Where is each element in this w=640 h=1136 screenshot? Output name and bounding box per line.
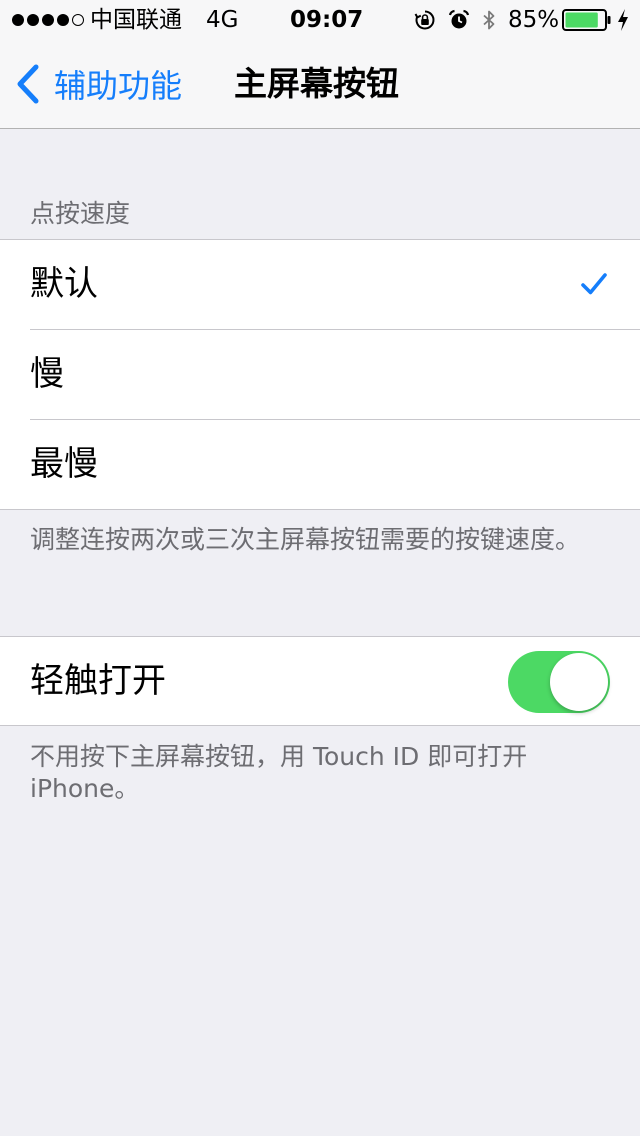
page-title: 主屏幕按钮 <box>234 64 399 103</box>
signal-dot <box>27 14 39 26</box>
status-time: 09:07 <box>290 7 364 33</box>
bluetooth-icon <box>483 10 495 30</box>
rest-finger-footer: 不用按下主屏幕按钮，用 Touch ID 即可打开 iPhone。 <box>30 742 528 803</box>
status-bar: 中国联通 4G 09:07 85% <box>0 0 640 40</box>
option-label: 最慢 <box>30 444 98 484</box>
signal-dot <box>57 14 69 26</box>
network-type: 4G <box>206 7 239 33</box>
rest-finger-row: 轻触打开 <box>0 637 640 725</box>
option-default[interactable]: 默认 <box>0 240 640 329</box>
battery-icon <box>562 9 611 31</box>
rest-finger-label: 轻触打开 <box>30 661 166 701</box>
signal-dot-empty <box>72 14 84 26</box>
signal-dot <box>42 14 54 26</box>
back-button[interactable]: 辅助功能 <box>14 40 182 128</box>
orientation-lock-icon <box>414 10 435 30</box>
section-header-click-speed: 点按速度 <box>30 199 131 228</box>
rest-finger-group: 轻触打开 <box>0 636 640 726</box>
signal-strength-icon <box>12 0 84 40</box>
charging-bolt-icon <box>618 9 628 31</box>
rest-finger-toggle[interactable] <box>508 651 610 713</box>
option-slowest[interactable]: 最慢 <box>0 419 640 509</box>
checkmark-icon <box>581 273 607 295</box>
screen: 中国联通 4G 09:07 85% 辅助功能 主屏幕按钮 点按速度 默认 慢 最… <box>0 0 640 1136</box>
carrier-name: 中国联通 <box>90 7 182 33</box>
toggle-knob <box>550 653 608 711</box>
navigation-bar: 辅助功能 主屏幕按钮 <box>0 40 640 129</box>
option-label: 默认 <box>30 264 98 304</box>
signal-dot <box>12 14 24 26</box>
chevron-left-icon <box>17 64 39 104</box>
alarm-icon <box>448 9 470 29</box>
battery-percentage: 85% <box>508 7 560 33</box>
click-speed-footer: 调整连按两次或三次主屏幕按钮需要的按键速度。 <box>30 525 581 554</box>
click-speed-options: 默认 慢 最慢 <box>0 239 640 510</box>
back-label: 辅助功能 <box>54 67 183 105</box>
option-slow[interactable]: 慢 <box>0 329 640 419</box>
option-label: 慢 <box>30 354 64 394</box>
battery-fill <box>565 12 598 28</box>
